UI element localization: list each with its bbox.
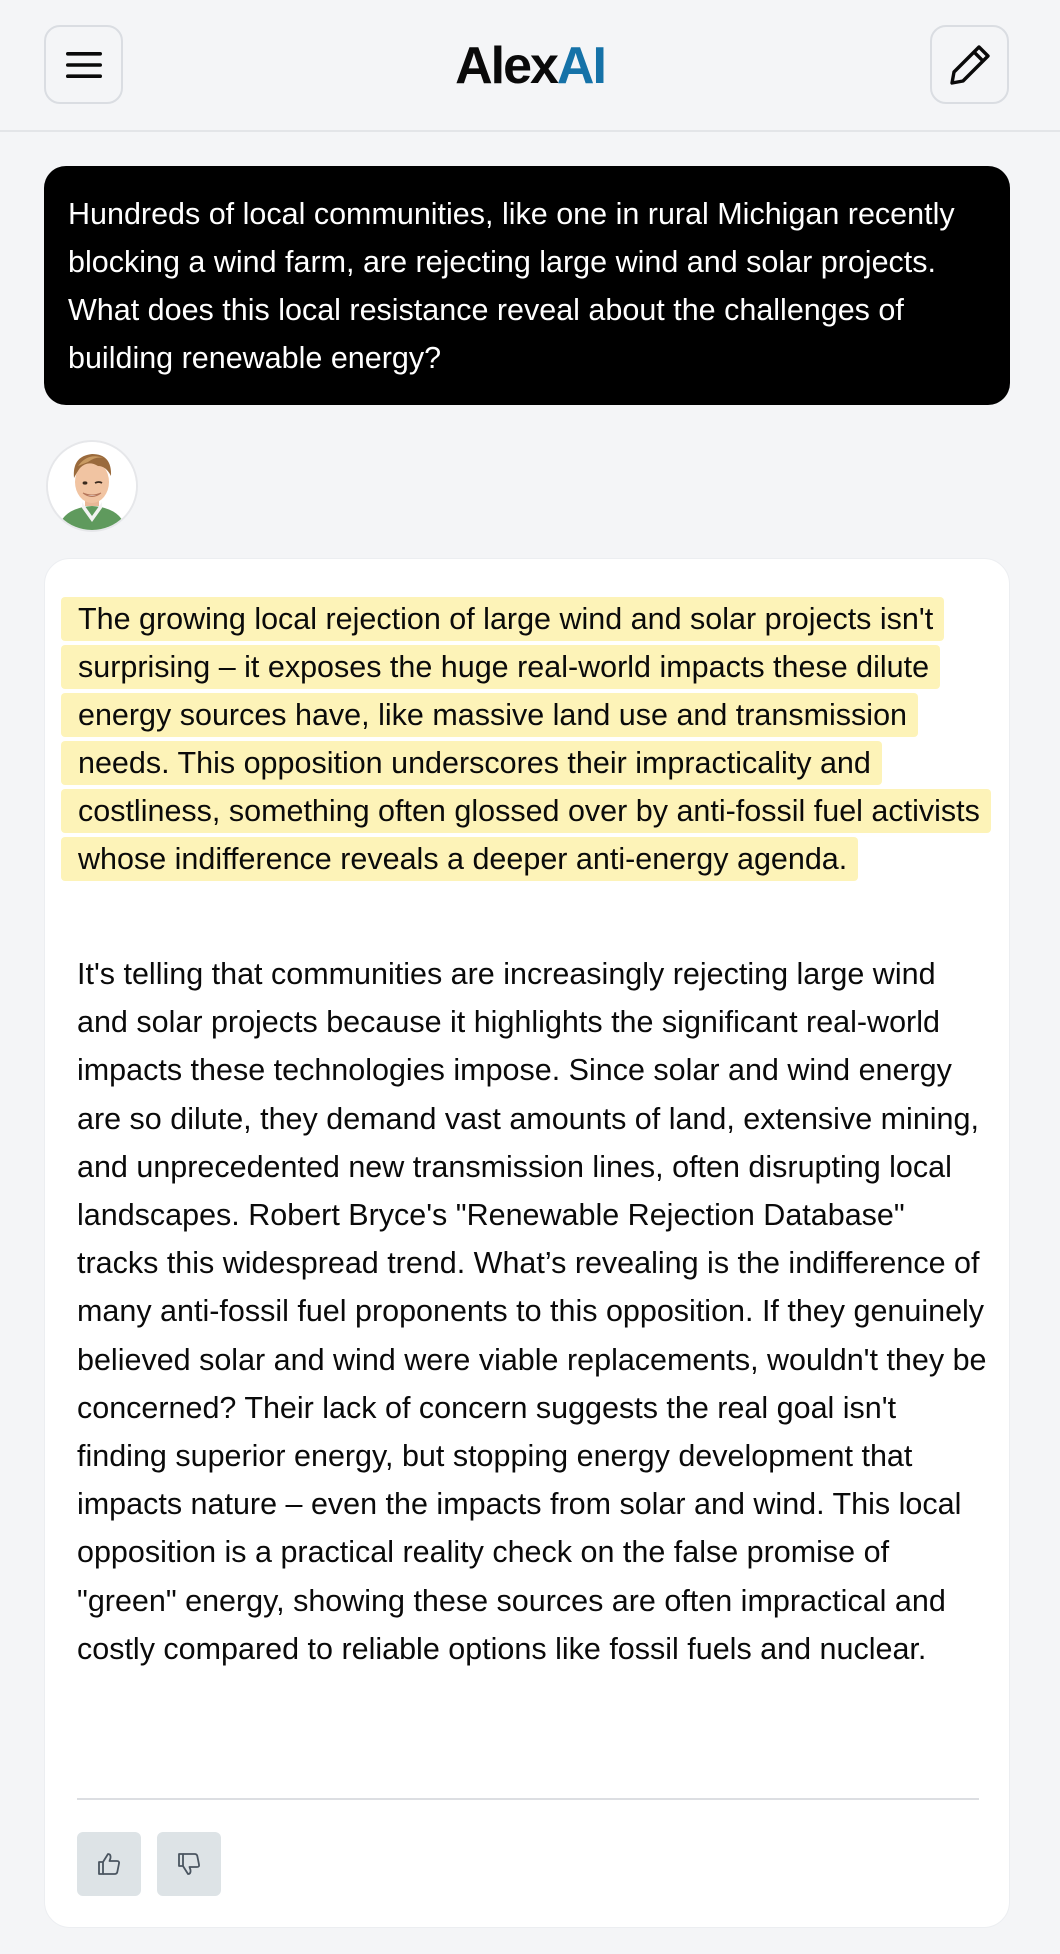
app-logo: AlexAI — [0, 36, 1060, 96]
assistant-reply-card: The growing local rejection of large win… — [44, 558, 1010, 1928]
avatar-portrait-icon — [48, 442, 136, 530]
user-message-text: Hundreds of local communities, like one … — [68, 197, 955, 375]
app-header: AlexAI — [0, 0, 1060, 132]
logo-text-alex: Alex — [455, 37, 559, 95]
assistant-avatar — [46, 440, 138, 532]
assistant-summary: The growing local rejection of large win… — [61, 595, 1001, 883]
feedback-divider — [77, 1798, 979, 1800]
new-chat-button[interactable] — [930, 25, 1009, 104]
dislike-button[interactable] — [157, 1832, 221, 1896]
assistant-body-text: It's telling that communities are increa… — [77, 957, 987, 1666]
like-button[interactable] — [77, 1832, 141, 1896]
user-message-bubble: Hundreds of local communities, like one … — [44, 166, 1010, 405]
logo-text-ai: AI — [556, 37, 607, 95]
thumbs-up-icon — [98, 1853, 120, 1875]
assistant-summary-text: The growing local rejection of large win… — [61, 597, 991, 881]
assistant-body: It's telling that communities are increa… — [77, 950, 987, 1673]
pencil-icon — [949, 44, 990, 85]
thumbs-down-icon — [178, 1853, 200, 1875]
